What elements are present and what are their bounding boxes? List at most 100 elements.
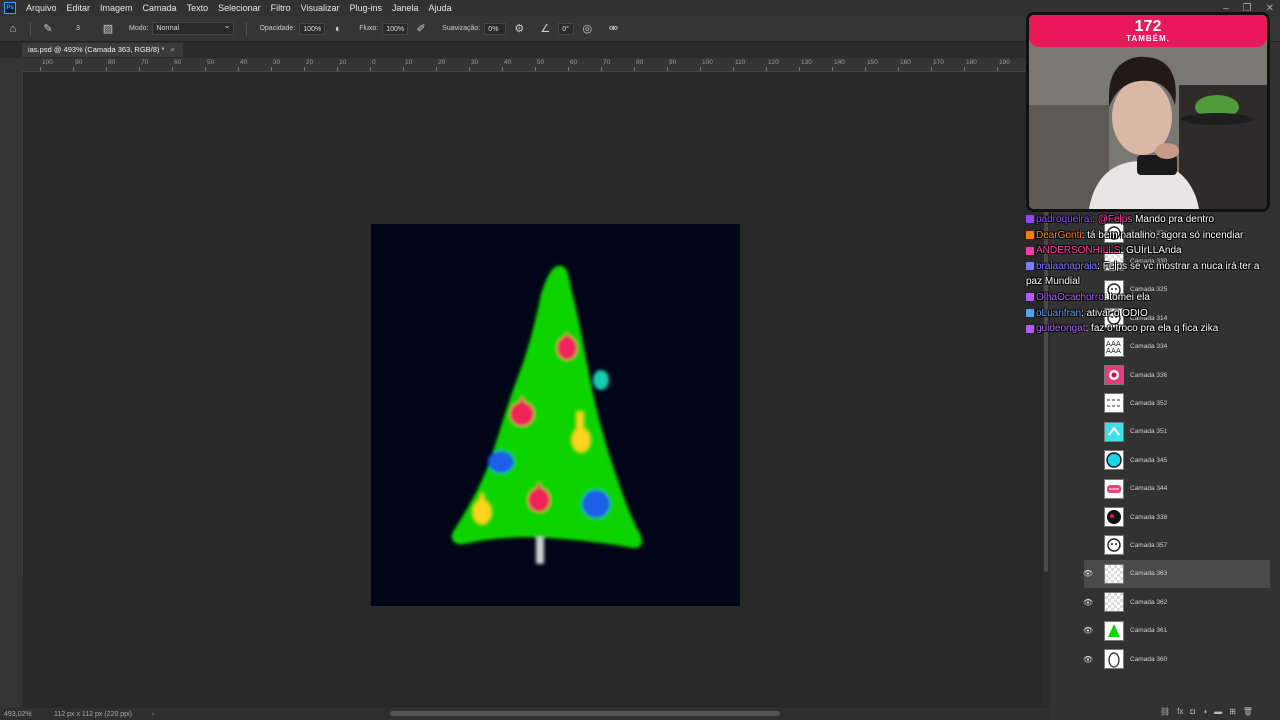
layer-row[interactable]: Camada 345 — [1084, 446, 1270, 474]
new-layer-icon[interactable]: ⊞ — [1229, 707, 1236, 716]
ruler-tick-label: 40 — [504, 59, 512, 66]
menu-texto[interactable]: Texto — [182, 3, 214, 13]
layer-row[interactable]: Camada 351 — [1084, 418, 1270, 446]
layer-row[interactable]: 👁︎ Camada 362 — [1082, 588, 1270, 616]
layer-name: Camada 357 — [1130, 541, 1168, 549]
layer-name: Camada 345 — [1130, 456, 1168, 464]
adjustment-layer-icon[interactable]: ◑ — [1202, 707, 1207, 716]
symmetry-icon[interactable]: ⚮ — [606, 22, 620, 36]
chat-message: oLuanfran: ativar o ODIO — [1026, 306, 1272, 322]
ruler-tick-label: 10 — [405, 59, 413, 66]
ornament-blue-left — [488, 451, 514, 473]
layer-row[interactable]: Camada 344 — [1084, 475, 1270, 503]
layer-row[interactable]: Camada 352 — [1084, 389, 1270, 417]
document-tab[interactable]: ias.psd @ 493% (Camada 363, RGB/8) * × — [22, 43, 183, 57]
menu-janela[interactable]: Janela — [387, 3, 424, 13]
layer-name: Camada 344 — [1130, 485, 1168, 493]
ruler-tick — [40, 67, 41, 71]
ruler-tick — [766, 67, 767, 71]
layer-name: Camada 360 — [1130, 655, 1168, 663]
ruler-tick — [238, 67, 239, 71]
ruler-tick — [403, 67, 404, 71]
menu-camada[interactable]: Camada — [138, 3, 182, 13]
airbrush-icon[interactable]: ✐ — [414, 22, 428, 36]
layer-row[interactable]: 👁︎ Camada 363 — [1082, 559, 1270, 588]
chat-text: : tá bem natalino, agora só incendiar — [1081, 229, 1244, 241]
chat-message: guideongat: faz o troco pra ela q fica z… — [1026, 321, 1272, 337]
layer-thumbnail — [1104, 649, 1124, 669]
layer-row[interactable]: Camada 336 — [1084, 361, 1270, 389]
brush-size-picker[interactable]: 3 — [67, 22, 89, 36]
menu-imagem[interactable]: Imagem — [95, 3, 138, 13]
layer-visibility-eye-icon[interactable]: 👁︎ — [1082, 598, 1094, 607]
menu-selecionar[interactable]: Selecionar — [213, 3, 266, 13]
link-layers-icon[interactable]: ⛓ — [1160, 707, 1170, 716]
layer-name: Camada 363 — [1130, 570, 1168, 578]
document-tab-title: ias.psd @ 493% (Camada 363, RGB/8) * — [28, 45, 165, 54]
ruler-tick-label: 140 — [834, 59, 845, 66]
close-tab-icon[interactable]: × — [170, 45, 174, 54]
ruler-tick-label: 40 — [240, 59, 248, 66]
opacity-field[interactable]: 100% — [299, 22, 326, 35]
menu-editar[interactable]: Editar — [62, 3, 96, 13]
ruler-tick — [337, 67, 338, 71]
layer-row[interactable]: Camada 338 — [1084, 503, 1270, 531]
chat-text: : ativar o ODIO — [1081, 307, 1148, 319]
brush-tool-preset-icon[interactable]: ✎ — [41, 22, 55, 36]
angle-icon: ∠ — [540, 23, 551, 35]
layer-row[interactable]: Camada 357 — [1084, 531, 1270, 559]
angle-field[interactable]: 0° — [558, 22, 575, 35]
layer-row[interactable]: AAA AAA Camada 334 — [1084, 333, 1270, 361]
horizontal-scrollbar-thumb[interactable] — [390, 711, 780, 716]
menu-arquivo[interactable]: Arquivo — [21, 3, 62, 13]
status-menu-arrow-icon[interactable]: › — [152, 711, 154, 718]
ruler-tick — [172, 67, 173, 71]
layer-name: Camada 336 — [1130, 371, 1168, 379]
chat-overlay: padroqueira : @Felps Mando pra dentro Dea… — [1026, 212, 1272, 337]
layer-visibility-eye-icon[interactable]: 👁︎ — [1082, 626, 1094, 635]
layer-row[interactable]: 👁︎ Camada 360 — [1082, 645, 1270, 673]
smoothing-settings-gear-icon[interactable]: ⚙ — [512, 22, 526, 36]
smoothing-field[interactable]: 0% — [484, 22, 507, 35]
menu-visualizar[interactable]: Visualizar — [296, 3, 345, 13]
chat-message: OlhaOcachorro: tomei ela — [1026, 290, 1272, 306]
layer-visibility-eye-icon[interactable]: 👁︎ — [1082, 569, 1094, 578]
ruler-tick-label: 190 — [999, 59, 1010, 66]
layer-row[interactable]: 👁︎ Camada 361 — [1082, 617, 1270, 645]
home-icon[interactable]: ⌂ — [6, 22, 20, 36]
ruler-tick — [931, 67, 932, 71]
ruler-tick — [601, 67, 602, 71]
ruler-tick-label: 110 — [735, 59, 746, 66]
flow-field[interactable]: 100% — [382, 22, 409, 35]
layer-thumbnail — [1104, 563, 1124, 584]
ruler-tick — [73, 67, 74, 71]
ornament-yellow-right-tip — [577, 412, 583, 432]
zoom-level[interactable]: 493,02% — [4, 711, 48, 718]
christmas-tree-drawing — [451, 265, 642, 564]
layer-thumbnail: AAA AAA — [1104, 336, 1124, 357]
layer-thumbnail — [1104, 393, 1124, 414]
brush-settings-icon[interactable]: ▨ — [101, 22, 115, 36]
document-canvas[interactable] — [371, 224, 740, 606]
menu-filtro[interactable]: Filtro — [266, 3, 296, 13]
mode-select[interactable]: Normal — [152, 21, 235, 35]
pressure-size-icon[interactable]: ◎ — [580, 22, 594, 36]
layers-footer: ⛓ fx ◘ ◑ ▬ ⊞ 🗑︎ — [1160, 704, 1270, 718]
new-group-icon[interactable]: ▬ — [1214, 707, 1222, 716]
close-icon[interactable]: ✕ — [1266, 3, 1274, 14]
ruler-tick — [139, 67, 140, 71]
pressure-opacity-icon[interactable]: ◐ — [331, 22, 345, 36]
layer-visibility-eye-icon[interactable]: 👁︎ — [1082, 655, 1094, 664]
ruler-tick-label: 10 — [339, 59, 347, 66]
ruler-tick — [469, 67, 470, 71]
ruler-tick — [436, 67, 437, 71]
ruler-tick-label: 80 — [108, 59, 116, 66]
chat-badge-icon — [1026, 308, 1034, 317]
layer-thumbnail — [1104, 592, 1124, 613]
delete-layer-icon[interactable]: 🗑︎ — [1243, 707, 1253, 716]
menu-ajuda[interactable]: Ajuda — [424, 3, 457, 13]
menu-plugins[interactable]: Plug-ins — [344, 3, 387, 13]
layer-style-icon[interactable]: fx — [1177, 707, 1183, 716]
add-mask-icon[interactable]: ◘ — [1190, 707, 1195, 716]
ruler-tick — [568, 67, 569, 71]
